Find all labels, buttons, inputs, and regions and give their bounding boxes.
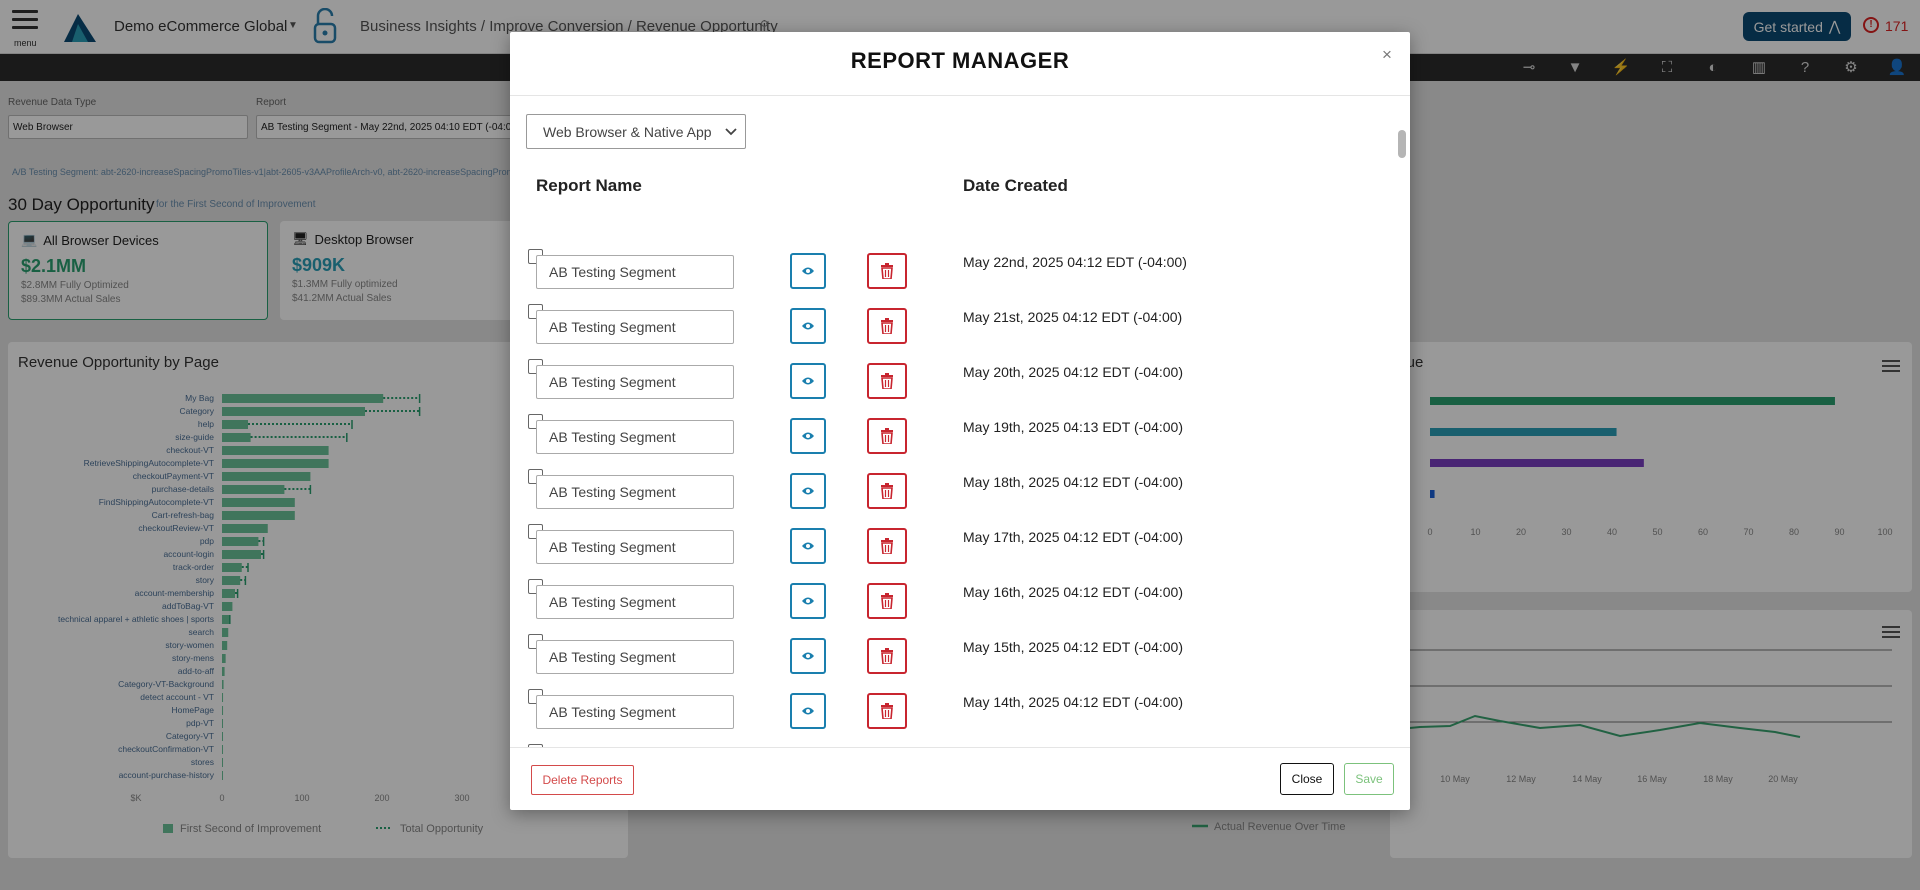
view-report-button[interactable] [790, 308, 826, 344]
report-row: May 19th, 2025 04:13 EDT (-04:00) [510, 414, 1410, 459]
report-row: May 22nd, 2025 04:12 EDT (-04:00) [510, 249, 1410, 294]
report-date: May 18th, 2025 04:12 EDT (-04:00) [963, 474, 1183, 490]
column-header-date-created: Date Created [963, 176, 1068, 195]
report-row: May 14th, 2025 04:12 EDT (-04:00) [510, 689, 1410, 734]
view-report-button[interactable] [790, 638, 826, 674]
dialog-body: Web Browser & Native App Report Name Dat… [510, 97, 1410, 747]
delete-report-button[interactable] [867, 638, 907, 674]
report-row: May 21st, 2025 04:12 EDT (-04:00) [510, 304, 1410, 349]
view-report-button[interactable] [790, 418, 826, 454]
chevron-down-icon [725, 128, 737, 136]
report-date: May 15th, 2025 04:12 EDT (-04:00) [963, 639, 1183, 655]
view-report-button[interactable] [790, 528, 826, 564]
report-name-input[interactable] [536, 255, 734, 289]
report-name-input[interactable] [536, 530, 734, 564]
delete-report-button[interactable] [867, 693, 907, 729]
view-report-button[interactable] [790, 363, 826, 399]
report-date: May 20th, 2025 04:12 EDT (-04:00) [963, 364, 1183, 380]
view-report-button[interactable] [790, 253, 826, 289]
dialog-footer: Delete Reports Close Save [510, 747, 1410, 810]
report-date: May 16th, 2025 04:12 EDT (-04:00) [963, 584, 1183, 600]
report-date: May 21st, 2025 04:12 EDT (-04:00) [963, 309, 1183, 325]
delete-report-button[interactable] [867, 418, 907, 454]
delete-report-button[interactable] [867, 308, 907, 344]
scrollbar-thumb[interactable] [1398, 130, 1406, 158]
report-name-input[interactable] [536, 475, 734, 509]
report-date: May 19th, 2025 04:13 EDT (-04:00) [963, 419, 1183, 435]
delete-report-button[interactable] [867, 253, 907, 289]
report-name-input[interactable] [536, 585, 734, 619]
delete-report-button[interactable] [867, 528, 907, 564]
report-name-input[interactable] [536, 365, 734, 399]
dialog-header: REPORT MANAGER × [510, 32, 1410, 96]
report-name-input[interactable] [536, 420, 734, 454]
report-row: May 15th, 2025 04:12 EDT (-04:00) [510, 634, 1410, 679]
scrollbar[interactable] [1398, 98, 1406, 746]
report-date: May 14th, 2025 04:12 EDT (-04:00) [963, 694, 1183, 710]
report-row: May 20th, 2025 04:12 EDT (-04:00) [510, 359, 1410, 404]
delete-report-button[interactable] [867, 363, 907, 399]
view-report-button[interactable] [790, 583, 826, 619]
column-header-report-name: Report Name [536, 176, 642, 195]
report-row: May 17th, 2025 04:12 EDT (-04:00) [510, 524, 1410, 569]
save-button[interactable]: Save [1344, 763, 1394, 795]
delete-report-button[interactable] [867, 583, 907, 619]
report-date: May 22nd, 2025 04:12 EDT (-04:00) [963, 254, 1187, 270]
dialog-title: REPORT MANAGER [850, 48, 1070, 73]
report-name-input[interactable] [536, 310, 734, 344]
report-row: May 16th, 2025 04:12 EDT (-04:00) [510, 579, 1410, 624]
delete-report-button[interactable] [867, 473, 907, 509]
report-name-input[interactable] [536, 695, 734, 729]
platform-select-value: Web Browser & Native App [543, 124, 712, 140]
close-button[interactable]: Close [1280, 763, 1334, 795]
report-manager-dialog: REPORT MANAGER × Web Browser & Native Ap… [510, 32, 1410, 810]
report-date: May 17th, 2025 04:12 EDT (-04:00) [963, 529, 1183, 545]
delete-reports-button[interactable]: Delete Reports [531, 765, 634, 795]
report-row: May 18th, 2025 04:12 EDT (-04:00) [510, 469, 1410, 514]
report-name-input[interactable] [536, 640, 734, 674]
view-report-button[interactable] [790, 473, 826, 509]
close-icon[interactable]: × [1378, 46, 1396, 64]
platform-select[interactable]: Web Browser & Native App [526, 114, 746, 149]
view-report-button[interactable] [790, 693, 826, 729]
